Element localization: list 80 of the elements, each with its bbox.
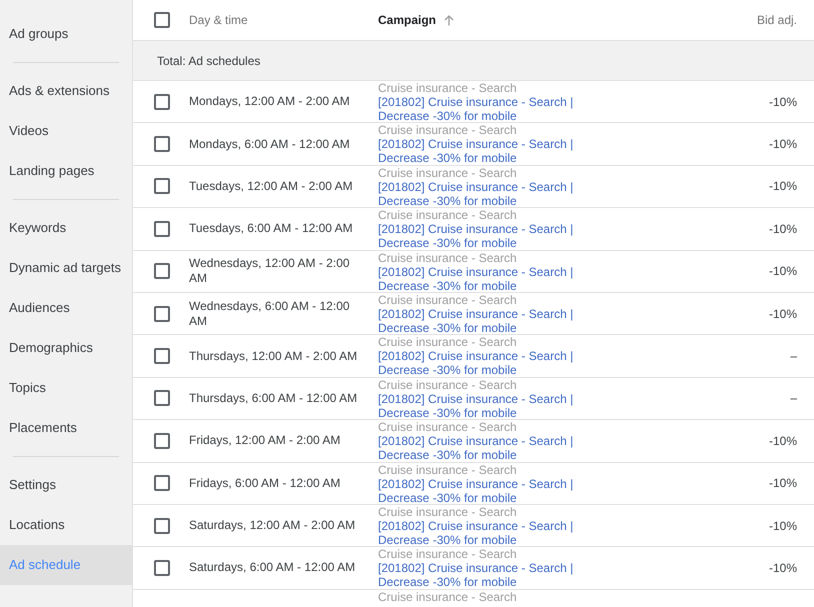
column-header[interactable]: Campaign [378,11,436,29]
sidebar-item[interactable]: Videos [0,111,132,151]
bid-adjustment: -10% [768,264,797,278]
checkbox[interactable] [154,560,170,576]
bid-adjustment: -10% [768,306,797,321]
checkbox[interactable] [154,475,170,492]
campaign-group: Cruise insurance - Search [378,81,769,95]
sidebar-item[interactable]: Placements [0,408,132,448]
day-time-cell-text: Fridays, 12:00 AM - 2:00 AM [189,433,342,448]
campaign-link[interactable]: [201802] Cruise insurance - Search | Decrease -30% for mobile [378,306,578,335]
bid-adjustment: -10% [768,94,797,109]
sidebar-item[interactable]: Ad schedule [0,545,132,585]
day-time-cell-text: Tuesdays, 12:00 AM - 2:00 AM [189,178,354,194]
checkbox[interactable] [154,263,170,280]
campaign-group: Cruise insurance - Search [378,166,769,180]
campaign-group: Cruise insurance - Search [378,123,769,138]
sidebar-item[interactable]: Audiences [0,288,132,328]
campaign-link[interactable]: [201802] Cruise insurance - Search | Decrease -30% for mobile [378,392,578,420]
day-time-cell-text: Mondays, 6:00 AM - 12:00 AM [189,136,351,152]
campaign-group: Cruise insurance - Search [378,590,797,604]
checkbox[interactable] [154,94,170,110]
campaign-link[interactable]: [201802] Cruise insurance - Search | Decrease -30% for mobile [378,476,578,505]
day-time-cell-text: Wednesdays, 6:00 AM - 12:00 AM [189,298,351,329]
sidebar-item[interactable]: Locations [0,505,132,545]
campaign-group: Cruise insurance - Search [378,420,769,434]
checkbox[interactable] [154,306,170,322]
bid-adjustment: -10% [768,560,797,575]
checkbox[interactable] [154,390,170,406]
sidebar-item[interactable]: Keywords [0,208,132,248]
campaign-link[interactable]: [201802] Cruise insurance - Search | Decrease -30% for mobile [378,180,578,208]
day-time-cell-text: Saturdays, 6:00 AM - 12:00 AM [189,560,356,576]
bid-adjustment: -10% [768,179,797,194]
total-label: Total: Ad schedules [157,52,260,70]
bid-adjustment: -10% [768,518,797,533]
sidebar-item[interactable]: Ad groups [0,14,132,54]
checkbox[interactable] [154,518,170,534]
campaign-group: Cruise insurance - Search [378,335,790,350]
campaign-group: Cruise insurance - Search [378,462,769,477]
column-header[interactable]: Bid adj. [756,11,797,29]
column-header[interactable]: Day & time [189,11,248,29]
checkbox[interactable] [154,348,170,364]
campaign-group: Cruise insurance - Search [378,378,790,392]
bid-adjustment: – [790,349,797,364]
day-time-cell-text: Tuesdays, 6:00 AM - 12:00 AM [189,221,354,236]
checkbox[interactable] [154,136,170,152]
campaign-link[interactable]: [201802] Cruise insurance - Search | Decrease -30% for mobile [378,518,578,547]
campaign-group: Cruise insurance - Search [378,292,769,307]
campaign-group: Cruise insurance - Search [378,547,769,562]
checkbox[interactable] [154,432,170,449]
campaign-link[interactable]: [201802] Cruise insurance - Search | Decrease -30% for mobile [378,434,578,462]
bid-adjustment: -10% [768,434,797,448]
sidebar-item[interactable]: Settings [0,465,132,505]
sidebar-item[interactable]: Topics [0,368,132,408]
sidebar-item[interactable]: Dynamic ad targets [0,248,132,288]
campaign-group: Cruise insurance - Search [378,504,769,519]
sidebar-item[interactable]: Landing pages [0,151,132,191]
campaign-group: Cruise insurance - Search [378,208,769,222]
campaign-link[interactable]: [201802] Cruise insurance - Search | Decrease -30% for mobile [378,561,578,590]
day-time-cell-text: Wednesdays, 12:00 AM - 2:00 AM [189,256,351,286]
checkbox[interactable] [154,178,170,194]
sort-up-icon[interactable] [444,14,454,26]
checkbox[interactable] [154,12,170,28]
bid-adjustment: -10% [768,222,797,236]
bid-adjustment: -10% [768,137,797,152]
sidebar-item[interactable]: Demographics [0,328,132,368]
sidebar-item[interactable]: Ads & extensions [0,71,132,111]
campaign-link[interactable]: [201802] Cruise insurance - Search | Decrease -30% for mobile [378,137,578,166]
bid-adjustment: – [790,391,797,406]
day-time-cell-text: Thursdays, 12:00 AM - 2:00 AM [189,348,358,364]
bid-adjustment: -10% [768,476,797,490]
campaign-group: Cruise insurance - Search [378,250,769,265]
campaign-link[interactable]: [201802] Cruise insurance - Search | Decrease -30% for mobile [378,95,578,123]
campaign-link[interactable]: [201802] Cruise insurance - Search | Decrease -30% for mobile [378,349,578,378]
checkbox[interactable] [154,220,170,237]
day-time-cell-text: Fridays, 6:00 AM - 12:00 AM [189,476,342,491]
campaign-link[interactable]: [201802] Cruise insurance - Search | Decrease -30% for mobile [378,222,578,250]
campaign-link[interactable]: [201802] Cruise insurance - Search | Decrease -30% for mobile [378,264,578,293]
day-time-cell-text: Saturdays, 12:00 AM - 2:00 AM [189,518,356,534]
day-time-cell-text: Thursdays, 6:00 AM - 12:00 AM [189,390,358,406]
day-time-cell-text: Mondays, 12:00 AM - 2:00 AM [189,94,351,110]
